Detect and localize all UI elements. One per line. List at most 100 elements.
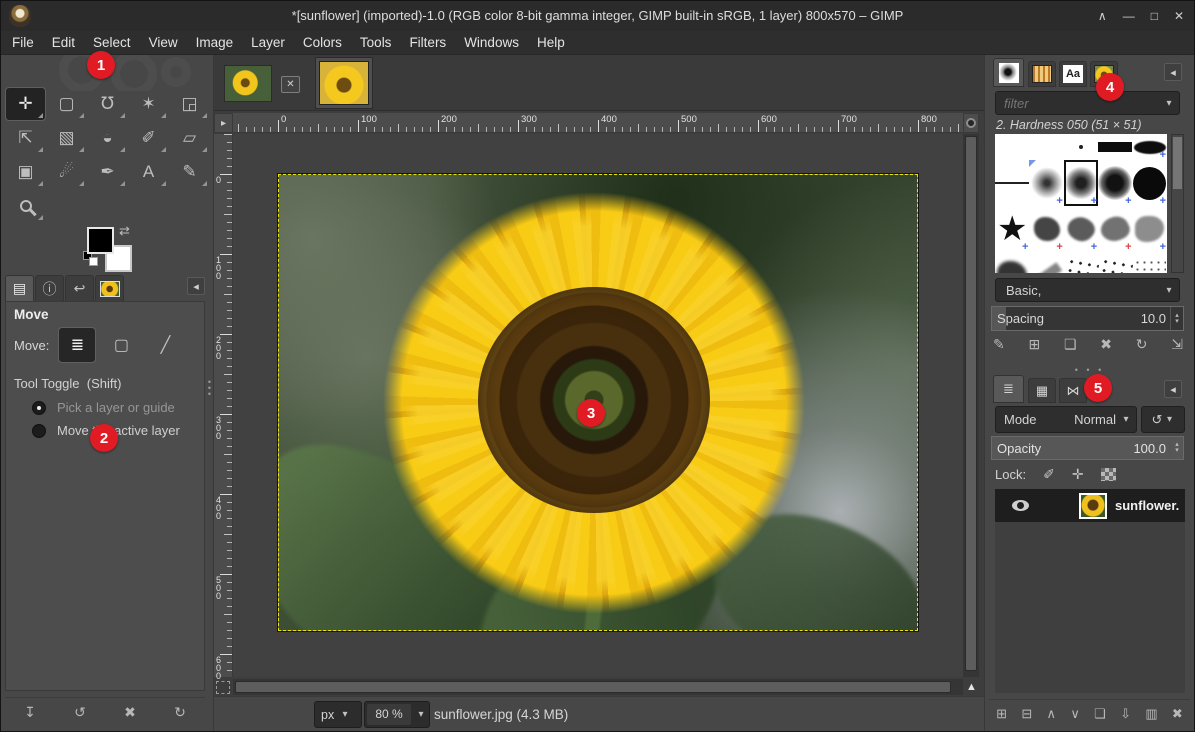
- tool-bucket-fill[interactable]: ◒: [88, 122, 127, 154]
- tool-fuzzy-select[interactable]: ✶: [129, 88, 168, 120]
- save-preset-button[interactable]: ↧: [24, 704, 36, 721]
- navigation-preview-button[interactable]: ▲: [964, 679, 979, 695]
- move-mode-path-button[interactable]: ╱: [147, 328, 183, 362]
- close-icon[interactable]: ✕: [1174, 9, 1184, 23]
- tool-eraser[interactable]: ▱: [170, 122, 209, 154]
- brush-swatch-chalk[interactable]: [1133, 206, 1167, 252]
- brush-swatch-smear[interactable]: [1029, 252, 1063, 273]
- visibility-eye-icon[interactable]: [1012, 500, 1029, 511]
- lower-layer-button[interactable]: ∨: [1070, 706, 1080, 722]
- tool-gradient[interactable]: ▧: [47, 122, 86, 154]
- shade-icon[interactable]: ∧: [1098, 9, 1107, 23]
- brush-swatch-texture[interactable]: [995, 252, 1029, 273]
- reset-tool-button[interactable]: ↻: [174, 704, 186, 721]
- maximize-icon[interactable]: □: [1151, 9, 1158, 23]
- mode-switch-button[interactable]: ↺ ▾: [1141, 406, 1185, 433]
- dock-splitter-handle[interactable]: • • •: [985, 365, 1194, 375]
- brush-swatch-chalk[interactable]: [1029, 206, 1063, 252]
- brush-swatch-dots[interactable]: [1133, 252, 1167, 273]
- brush-swatch-chalk[interactable]: [1064, 206, 1098, 252]
- brush-swatch-star[interactable]: ★: [995, 206, 1029, 252]
- tool-rectangle-select[interactable]: ▢: [47, 88, 86, 120]
- tab-undo-history[interactable]: ↩: [65, 275, 94, 301]
- menu-filters[interactable]: Filters: [400, 31, 455, 55]
- brush-swatch-hardness-025[interactable]: [1029, 160, 1063, 206]
- menu-edit[interactable]: Edit: [43, 31, 84, 55]
- add-mask-button[interactable]: ▥: [1145, 706, 1157, 722]
- refresh-brushes-button[interactable]: ↻: [1136, 336, 1148, 353]
- tab-fonts[interactable]: Aa: [1059, 61, 1087, 87]
- scrollbar-thumb[interactable]: [1173, 137, 1182, 189]
- menu-tools[interactable]: Tools: [351, 31, 401, 55]
- opacity-spinner[interactable]: ▴ ▾: [1170, 437, 1183, 459]
- tab-tool-options[interactable]: ▤: [5, 275, 34, 301]
- zoom-follow-window-button[interactable]: [963, 113, 979, 133]
- new-layer-button[interactable]: ⊞: [996, 706, 1007, 722]
- spacing-spinner[interactable]: ▴ ▾: [1170, 307, 1183, 330]
- lock-position-icon[interactable]: ✛: [1072, 466, 1084, 483]
- brush-swatch-spray[interactable]: [1098, 252, 1132, 273]
- opacity-slider[interactable]: Opacity 100.0 ▴ ▾: [991, 436, 1184, 460]
- vertical-ruler[interactable]: 0 100 200 300 400 500 600: [214, 134, 233, 677]
- restore-preset-button[interactable]: ↺: [74, 704, 86, 721]
- vertical-scrollbar[interactable]: [963, 134, 979, 677]
- brush-filter[interactable]: ▾: [995, 91, 1180, 115]
- unit-select[interactable]: px ▾: [314, 701, 362, 728]
- merge-layer-button[interactable]: ⇩: [1120, 706, 1131, 722]
- tool-text[interactable]: A: [129, 156, 168, 188]
- brush-scrollbar[interactable]: [1171, 134, 1184, 273]
- dock-resize-handle[interactable]: •••: [207, 379, 212, 397]
- brush-swatch-ellipse[interactable]: [1133, 134, 1167, 160]
- tool-free-select[interactable]: ℧: [88, 88, 127, 120]
- lock-pixels-icon[interactable]: ✐: [1043, 466, 1055, 483]
- tab-brushes[interactable]: [993, 58, 1024, 87]
- image-tab-active[interactable]: [315, 57, 373, 109]
- horizontal-ruler[interactable]: 0 100 200 300 400 500 600 700 800: [233, 113, 963, 133]
- brush-swatch-line[interactable]: [995, 160, 1029, 206]
- lock-alpha-icon[interactable]: [1101, 468, 1116, 481]
- duplicate-brush-button[interactable]: ❏: [1064, 336, 1077, 353]
- tool-smudge[interactable]: ☄: [47, 156, 86, 188]
- menu-select[interactable]: Select: [84, 31, 140, 55]
- tab-image-thumbnail[interactable]: [95, 275, 124, 301]
- new-layer-group-button[interactable]: ⊟: [1021, 706, 1032, 722]
- raise-layer-button[interactable]: ∧: [1047, 706, 1057, 722]
- brush-swatch-block[interactable]: [1098, 134, 1132, 160]
- ruler-origin-button[interactable]: ▸: [214, 113, 233, 133]
- tab-device-status[interactable]: ⓘ: [35, 275, 64, 301]
- move-mode-selection-button[interactable]: ▢: [103, 328, 139, 362]
- menu-windows[interactable]: Windows: [455, 31, 528, 55]
- dock-collapse-button[interactable]: ◂: [187, 277, 205, 295]
- brush-group-select[interactable]: Basic, ▾: [995, 278, 1180, 302]
- radio-pick-layer[interactable]: [32, 401, 46, 415]
- tab-channels[interactable]: ▦: [1028, 378, 1056, 403]
- spacing-slider[interactable]: Spacing 10.0 ▴ ▾: [991, 306, 1184, 331]
- menu-file[interactable]: File: [3, 31, 43, 55]
- brush-swatch-pixel[interactable]: [1064, 134, 1098, 160]
- dock-collapse-button[interactable]: ◂: [1164, 380, 1182, 398]
- spin-down-icon[interactable]: ▾: [1175, 448, 1179, 454]
- image-tab-sunflower[interactable]: [224, 65, 272, 102]
- tool-zoom[interactable]: [6, 190, 45, 222]
- brush-swatch-spray[interactable]: [1064, 252, 1098, 273]
- delete-layer-button[interactable]: ✖: [1172, 706, 1183, 722]
- menu-view[interactable]: View: [140, 31, 187, 55]
- tool-crop[interactable]: ◲: [170, 88, 209, 120]
- tool-color-picker[interactable]: ✎: [170, 156, 209, 188]
- tab-patterns[interactable]: [1028, 61, 1056, 87]
- tool-move[interactable]: ✛: [6, 88, 45, 120]
- delete-preset-button[interactable]: ✖: [124, 704, 136, 721]
- menu-image[interactable]: Image: [187, 31, 243, 55]
- menu-colors[interactable]: Colors: [294, 31, 351, 55]
- brush-swatch-hardness-075[interactable]: [1098, 160, 1132, 206]
- tool-paths[interactable]: ✒: [88, 156, 127, 188]
- duplicate-layer-button[interactable]: ❏: [1094, 706, 1106, 722]
- spin-down-icon[interactable]: ▾: [1175, 319, 1179, 325]
- close-tab-icon[interactable]: ✕: [281, 76, 300, 93]
- open-brush-as-image-button[interactable]: ⇲: [1171, 336, 1183, 353]
- tool-transform[interactable]: ⇱: [6, 122, 45, 154]
- brush-swatch-hardness-100[interactable]: [1133, 160, 1167, 206]
- foreground-color-swatch[interactable]: [87, 227, 114, 254]
- menu-layer[interactable]: Layer: [242, 31, 294, 55]
- brush-filter-input[interactable]: [996, 96, 1159, 111]
